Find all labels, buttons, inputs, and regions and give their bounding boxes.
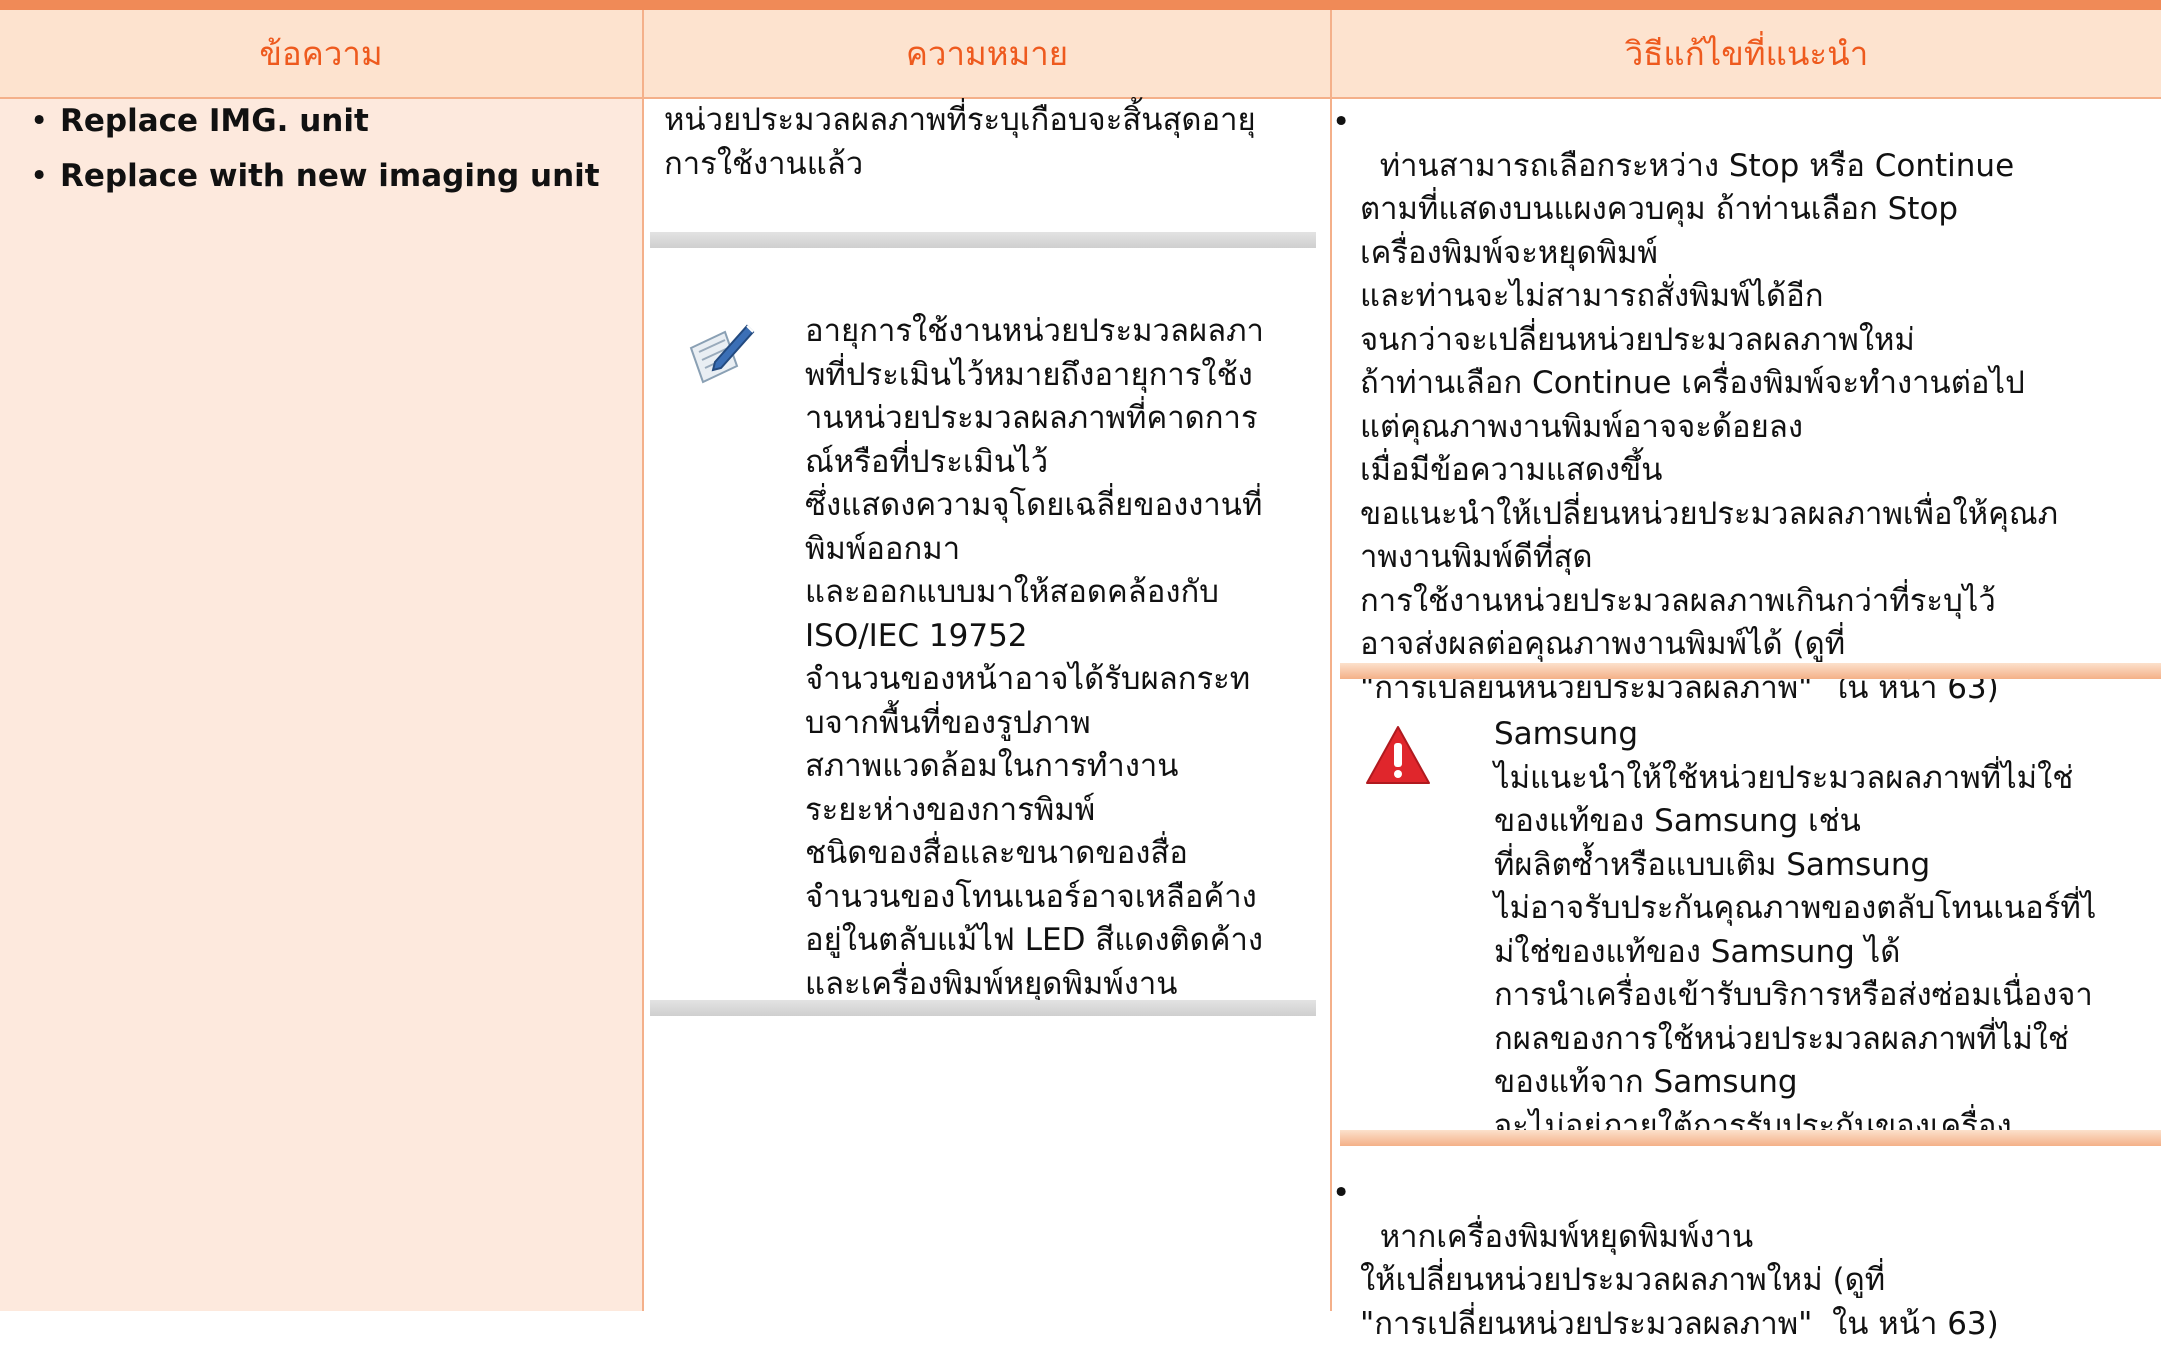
note-pencil-icon xyxy=(685,318,757,394)
solution-item: •ท่านสามารถเลือกระหว่าง Stop หรือ Contin… xyxy=(1360,101,2058,710)
message-item: •Replace with new imaging unit xyxy=(60,158,600,194)
header-solution: วิธีแก้ไขที่แนะนำ xyxy=(1332,10,2161,97)
note-bottom-bar xyxy=(650,1000,1316,1016)
note-top-bar xyxy=(650,232,1316,248)
message-item: •Replace IMG. unit xyxy=(60,103,369,139)
header-meaning: ความหมาย xyxy=(644,10,1330,97)
warning-text: Samsung ไม่แนะนำให้ใช้หน่วยประมวลผลภาพที… xyxy=(1494,713,2096,1148)
header-solution-label: วิธีแก้ไขที่แนะนำ xyxy=(1625,27,1868,80)
column-divider xyxy=(1330,10,1332,1311)
column-divider xyxy=(642,10,644,1311)
solution-item: •หากเครื่องพิมพ์หยุดพิมพ์งาน ให้เปลี่ยนห… xyxy=(1360,1172,1999,1346)
warning-bottom-bar xyxy=(1340,1130,2161,1146)
warning-triangle-icon xyxy=(1365,725,1431,789)
header-meaning-label: ความหมาย xyxy=(906,27,1068,80)
message-column xyxy=(0,98,642,1311)
meaning-text: หน่วยประมวลผลภาพที่ระบุเกือบจะสิ้นสุดอาย… xyxy=(664,99,1256,186)
warning-top-bar xyxy=(1340,663,2161,679)
header-message: ข้อความ xyxy=(0,10,642,97)
header-message-label: ข้อความ xyxy=(259,27,382,80)
note-text: อายุการใช้งานหน่วยประมวลผลภา พที่ประเมิน… xyxy=(805,310,1264,1006)
